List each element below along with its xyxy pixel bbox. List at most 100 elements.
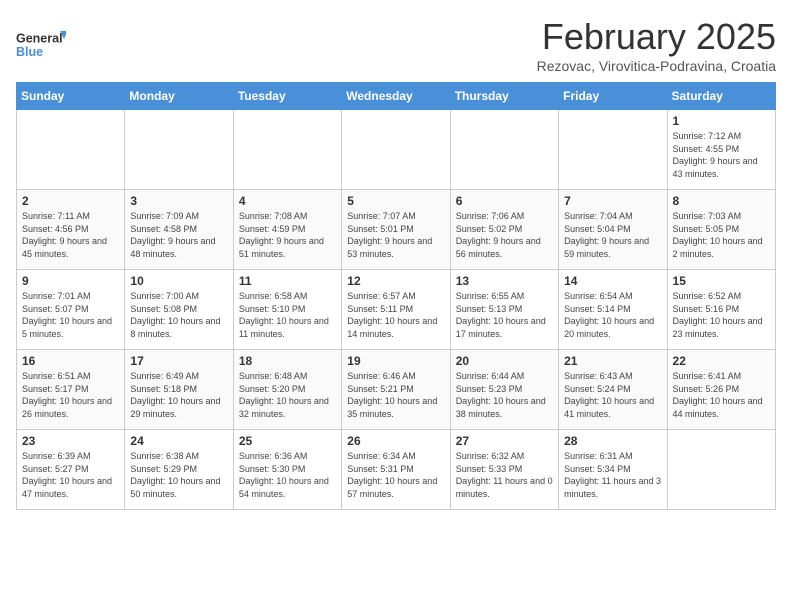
calendar-day-cell: 2 Sunrise: 7:11 AM Sunset: 4:56 PM Daylig… bbox=[17, 190, 125, 270]
day-number: 23 bbox=[22, 434, 119, 448]
day-info: Sunrise: 6:51 AM Sunset: 5:17 PM Dayligh… bbox=[22, 370, 119, 420]
day-number: 24 bbox=[130, 434, 227, 448]
calendar-day-cell: 11 Sunrise: 6:58 AM Sunset: 5:10 PM Dayli… bbox=[233, 270, 341, 350]
day-info: Sunrise: 7:07 AM Sunset: 5:01 PM Dayligh… bbox=[347, 210, 444, 260]
calendar-table: SundayMondayTuesdayWednesdayThursdayFrid… bbox=[16, 82, 776, 510]
calendar-day-cell: 6 Sunrise: 7:06 AM Sunset: 5:02 PM Daylig… bbox=[450, 190, 558, 270]
day-info: Sunrise: 7:06 AM Sunset: 5:02 PM Dayligh… bbox=[456, 210, 553, 260]
day-number: 25 bbox=[239, 434, 336, 448]
calendar-day-cell bbox=[559, 110, 667, 190]
day-number: 18 bbox=[239, 354, 336, 368]
day-info: Sunrise: 6:58 AM Sunset: 5:10 PM Dayligh… bbox=[239, 290, 336, 340]
day-info: Sunrise: 7:00 AM Sunset: 5:08 PM Dayligh… bbox=[130, 290, 227, 340]
day-info: Sunrise: 7:08 AM Sunset: 4:59 PM Dayligh… bbox=[239, 210, 336, 260]
day-info: Sunrise: 6:31 AM Sunset: 5:34 PM Dayligh… bbox=[564, 450, 661, 500]
calendar-day-cell: 25 Sunrise: 6:36 AM Sunset: 5:30 PM Dayli… bbox=[233, 430, 341, 510]
calendar-day-cell: 5 Sunrise: 7:07 AM Sunset: 5:01 PM Daylig… bbox=[342, 190, 450, 270]
day-info: Sunrise: 6:52 AM Sunset: 5:16 PM Dayligh… bbox=[673, 290, 770, 340]
calendar-day-cell: 12 Sunrise: 6:57 AM Sunset: 5:11 PM Dayli… bbox=[342, 270, 450, 350]
calendar-day-cell bbox=[17, 110, 125, 190]
day-info: Sunrise: 6:57 AM Sunset: 5:11 PM Dayligh… bbox=[347, 290, 444, 340]
calendar-day-cell: 21 Sunrise: 6:43 AM Sunset: 5:24 PM Dayli… bbox=[559, 350, 667, 430]
day-number: 19 bbox=[347, 354, 444, 368]
day-number: 2 bbox=[22, 194, 119, 208]
day-info: Sunrise: 6:55 AM Sunset: 5:13 PM Dayligh… bbox=[456, 290, 553, 340]
calendar-day-cell: 26Sunrise: 6:34 AM Sunset: 5:31 PM Dayli… bbox=[342, 430, 450, 510]
logo-svg: General Blue bbox=[16, 20, 66, 70]
day-number: 17 bbox=[130, 354, 227, 368]
day-info: Sunrise: 6:46 AM Sunset: 5:21 PM Dayligh… bbox=[347, 370, 444, 420]
calendar-day-header: Wednesday bbox=[342, 83, 450, 110]
day-info: Sunrise: 6:32 AM Sunset: 5:33 PM Dayligh… bbox=[456, 450, 553, 500]
day-info: Sunrise: 6:43 AM Sunset: 5:24 PM Dayligh… bbox=[564, 370, 661, 420]
calendar-day-cell: 1 Sunrise: 7:12 AM Sunset: 4:55 PM Daylig… bbox=[667, 110, 775, 190]
calendar-day-cell: 14 Sunrise: 6:54 AM Sunset: 5:14 PM Dayli… bbox=[559, 270, 667, 350]
calendar-day-cell bbox=[125, 110, 233, 190]
day-info: Sunrise: 6:54 AM Sunset: 5:14 PM Dayligh… bbox=[564, 290, 661, 340]
day-info: Sunrise: 6:36 AM Sunset: 5:30 PM Dayligh… bbox=[239, 450, 336, 500]
day-number: 12 bbox=[347, 274, 444, 288]
calendar-day-cell bbox=[450, 110, 558, 190]
calendar-day-cell: 7 Sunrise: 7:04 AM Sunset: 5:04 PM Daylig… bbox=[559, 190, 667, 270]
day-info: Sunrise: 6:41 AM Sunset: 5:26 PM Dayligh… bbox=[673, 370, 770, 420]
calendar-day-cell: 3Sunrise: 7:09 AM Sunset: 4:58 PM Daylig… bbox=[125, 190, 233, 270]
calendar-day-cell: 27 Sunrise: 6:32 AM Sunset: 5:33 PM Dayli… bbox=[450, 430, 558, 510]
day-info: Sunrise: 7:03 AM Sunset: 5:05 PM Dayligh… bbox=[673, 210, 770, 260]
calendar-day-cell: 10 Sunrise: 7:00 AM Sunset: 5:08 PM Dayli… bbox=[125, 270, 233, 350]
calendar-day-cell: 19 Sunrise: 6:46 AM Sunset: 5:21 PM Dayli… bbox=[342, 350, 450, 430]
day-number: 22 bbox=[673, 354, 770, 368]
calendar-day-cell bbox=[233, 110, 341, 190]
calendar-week-row: 2 Sunrise: 7:11 AM Sunset: 4:56 PM Daylig… bbox=[17, 190, 776, 270]
calendar-day-cell bbox=[667, 430, 775, 510]
calendar-day-cell: 17 Sunrise: 6:49 AM Sunset: 5:18 PM Dayli… bbox=[125, 350, 233, 430]
calendar-day-header: Saturday bbox=[667, 83, 775, 110]
day-number: 8 bbox=[673, 194, 770, 208]
day-number: 27 bbox=[456, 434, 553, 448]
page-header: General Blue February 2025 Rezovac, Viro… bbox=[16, 16, 776, 74]
calendar-day-header: Thursday bbox=[450, 83, 558, 110]
logo: General Blue bbox=[16, 20, 66, 70]
calendar-week-row: 23Sunrise: 6:39 AM Sunset: 5:27 PM Dayli… bbox=[17, 430, 776, 510]
day-info: Sunrise: 7:09 AM Sunset: 4:58 PM Dayligh… bbox=[130, 210, 227, 260]
day-info: Sunrise: 7:12 AM Sunset: 4:55 PM Dayligh… bbox=[673, 130, 770, 180]
day-number: 26 bbox=[347, 434, 444, 448]
title-block: February 2025 Rezovac, Virovitica-Podrav… bbox=[537, 16, 776, 74]
day-number: 10 bbox=[130, 274, 227, 288]
day-number: 13 bbox=[456, 274, 553, 288]
day-info: Sunrise: 6:44 AM Sunset: 5:23 PM Dayligh… bbox=[456, 370, 553, 420]
day-number: 1 bbox=[673, 114, 770, 128]
calendar-day-cell: 13 Sunrise: 6:55 AM Sunset: 5:13 PM Dayli… bbox=[450, 270, 558, 350]
day-number: 14 bbox=[564, 274, 661, 288]
calendar-day-header: Sunday bbox=[17, 83, 125, 110]
day-info: Sunrise: 6:49 AM Sunset: 5:18 PM Dayligh… bbox=[130, 370, 227, 420]
day-number: 21 bbox=[564, 354, 661, 368]
day-number: 11 bbox=[239, 274, 336, 288]
day-info: Sunrise: 6:48 AM Sunset: 5:20 PM Dayligh… bbox=[239, 370, 336, 420]
calendar-day-cell: 23Sunrise: 6:39 AM Sunset: 5:27 PM Dayli… bbox=[17, 430, 125, 510]
day-number: 5 bbox=[347, 194, 444, 208]
calendar-day-cell: 15 Sunrise: 6:52 AM Sunset: 5:16 PM Dayli… bbox=[667, 270, 775, 350]
day-number: 15 bbox=[673, 274, 770, 288]
calendar-day-cell: 8 Sunrise: 7:03 AM Sunset: 5:05 PM Daylig… bbox=[667, 190, 775, 270]
calendar-week-row: 1 Sunrise: 7:12 AM Sunset: 4:55 PM Daylig… bbox=[17, 110, 776, 190]
calendar-day-cell: 20 Sunrise: 6:44 AM Sunset: 5:23 PM Dayli… bbox=[450, 350, 558, 430]
day-info: Sunrise: 7:01 AM Sunset: 5:07 PM Dayligh… bbox=[22, 290, 119, 340]
calendar-header-row: SundayMondayTuesdayWednesdayThursdayFrid… bbox=[17, 83, 776, 110]
calendar-day-header: Monday bbox=[125, 83, 233, 110]
day-number: 20 bbox=[456, 354, 553, 368]
location-subtitle: Rezovac, Virovitica-Podravina, Croatia bbox=[537, 58, 776, 74]
calendar-week-row: 16 Sunrise: 6:51 AM Sunset: 5:17 PM Dayli… bbox=[17, 350, 776, 430]
day-info: Sunrise: 7:04 AM Sunset: 5:04 PM Dayligh… bbox=[564, 210, 661, 260]
calendar-day-cell: 4Sunrise: 7:08 AM Sunset: 4:59 PM Daylig… bbox=[233, 190, 341, 270]
calendar-day-header: Friday bbox=[559, 83, 667, 110]
day-number: 16 bbox=[22, 354, 119, 368]
calendar-day-cell bbox=[342, 110, 450, 190]
day-info: Sunrise: 6:38 AM Sunset: 5:29 PM Dayligh… bbox=[130, 450, 227, 500]
calendar-week-row: 9Sunrise: 7:01 AM Sunset: 5:07 PM Daylig… bbox=[17, 270, 776, 350]
day-number: 6 bbox=[456, 194, 553, 208]
calendar-day-header: Tuesday bbox=[233, 83, 341, 110]
calendar-day-cell: 16 Sunrise: 6:51 AM Sunset: 5:17 PM Dayli… bbox=[17, 350, 125, 430]
day-info: Sunrise: 7:11 AM Sunset: 4:56 PM Dayligh… bbox=[22, 210, 119, 260]
calendar-day-cell: 24 Sunrise: 6:38 AM Sunset: 5:29 PM Dayli… bbox=[125, 430, 233, 510]
day-number: 7 bbox=[564, 194, 661, 208]
